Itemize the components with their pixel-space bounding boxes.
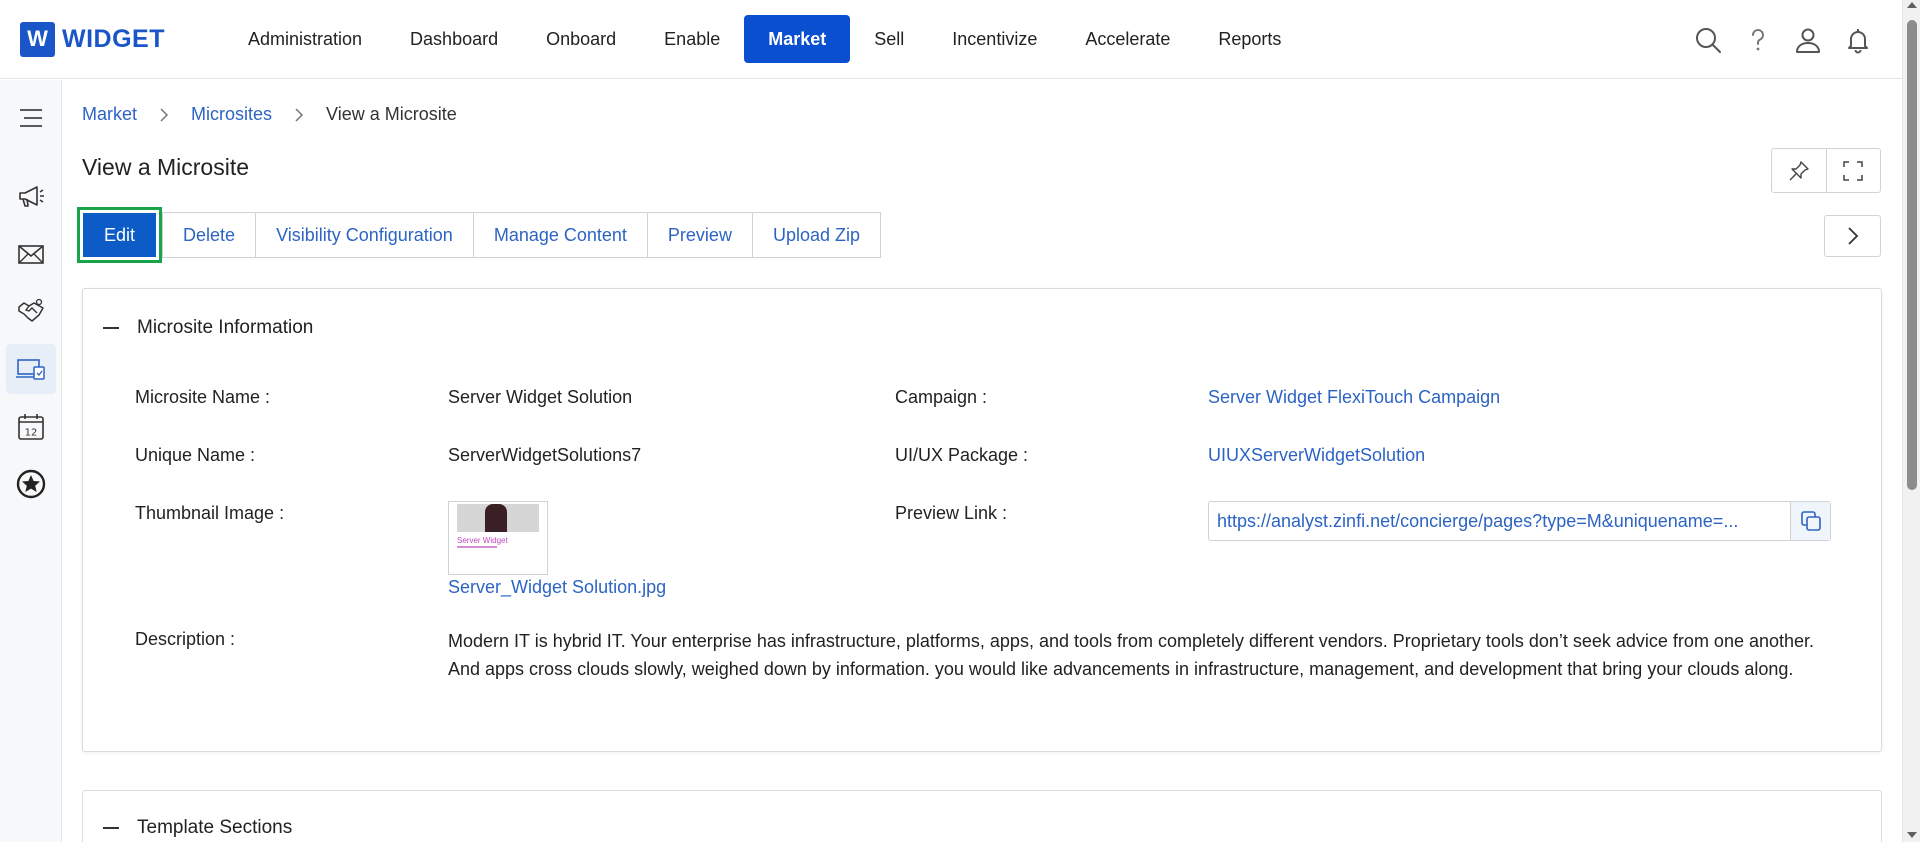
unique-name-label: Unique Name : [135, 445, 256, 465]
sidebar-item-rewards[interactable] [6, 459, 56, 509]
sidebar-item-campaigns[interactable] [6, 171, 56, 221]
copy-button[interactable] [1790, 502, 1830, 540]
sidebar-toggle[interactable] [6, 93, 56, 143]
chevron-right-icon [159, 107, 169, 123]
sidebar-item-microsites[interactable] [6, 344, 56, 394]
nav-onboard[interactable]: Onboard [522, 15, 640, 63]
delete-button[interactable]: Delete [162, 212, 257, 258]
thumbnail-image[interactable]: Server Widget [448, 501, 548, 575]
logo-mark: W [20, 21, 55, 57]
collapse-icon[interactable] [103, 327, 119, 329]
campaign-link[interactable]: Server Widget FlexiTouch Campaign [1208, 387, 1500, 408]
edit-button[interactable]: Edit [83, 213, 157, 257]
fullscreen-icon [1843, 160, 1863, 181]
description-value: Modern IT is hybrid IT. Your enterprise … [448, 631, 1815, 679]
breadcrumb-microsites[interactable]: Microsites [191, 104, 272, 125]
page-title: View a Microsite [82, 154, 250, 180]
widget-logo[interactable]: W WIDGET [20, 21, 200, 57]
preview-link-label: Preview Link : [895, 503, 1008, 523]
preview-button[interactable]: Preview [647, 212, 753, 258]
nav-reports[interactable]: Reports [1194, 15, 1305, 63]
handshake-icon [18, 298, 44, 322]
bell-icon[interactable] [1844, 26, 1872, 54]
scroll-down-arrow-icon[interactable] [1907, 832, 1917, 838]
sidebar-item-partners[interactable] [6, 286, 56, 336]
pin-button[interactable] [1772, 149, 1826, 192]
microsite-name-value: Server Widget Solution [448, 387, 633, 407]
thumbnail-caption: Server Widget [457, 536, 508, 545]
manage-content-button[interactable]: Manage Content [473, 212, 648, 258]
chevron-right-icon [1847, 227, 1858, 245]
breadcrumb-current: View a Microsite [326, 104, 457, 124]
next-button[interactable] [1824, 215, 1881, 257]
copy-icon [1800, 511, 1821, 531]
uiux-package-label: UI/UX Package : [895, 445, 1029, 465]
description-label: Description : [135, 629, 236, 649]
page-tools [1771, 148, 1881, 193]
microsite-name-label: Microsite Name : [135, 387, 271, 407]
thumbnail-label: Thumbnail Image : [135, 503, 285, 523]
uiux-package-link[interactable]: UIUXServerWidgetSolution [1208, 445, 1425, 466]
panel-title: Microsite Information [137, 317, 314, 338]
upload-zip-button[interactable]: Upload Zip [752, 212, 881, 258]
microsite-information-panel: Microsite Information Microsite Name : S… [82, 288, 1882, 752]
header-icons [1694, 0, 1872, 79]
calendar-day: 12 [25, 428, 38, 439]
mail-icon [18, 245, 44, 264]
panel-header[interactable]: Microsite Information [103, 317, 313, 339]
preview-link-field: https://analyst.zinfi.net/concierge/page… [1208, 501, 1831, 541]
sidebar: 12 [0, 80, 62, 842]
logo-text: WIDGET [62, 24, 165, 53]
thumbnail-file-link[interactable]: Server_Widget Solution.jpg [448, 577, 666, 598]
collapse-icon[interactable] [103, 827, 119, 829]
help-icon[interactable] [1744, 26, 1772, 54]
scroll-up-arrow-icon[interactable] [1907, 2, 1917, 8]
top-bar: W WIDGET Administration Dashboard Onboar… [0, 0, 1902, 79]
main-nav: Administration Dashboard Onboard Enable … [224, 15, 1305, 63]
sidebar-item-calendar[interactable]: 12 [6, 402, 56, 452]
panel-header[interactable]: Template Sections [103, 817, 292, 839]
template-sections-panel: Template Sections [82, 790, 1882, 842]
edit-highlight: Edit [77, 207, 163, 263]
breadcrumb-market[interactable]: Market [82, 104, 137, 125]
scroll-thumb[interactable] [1907, 20, 1917, 490]
nav-accelerate[interactable]: Accelerate [1061, 15, 1194, 63]
fullscreen-button[interactable] [1825, 149, 1881, 192]
visibility-configuration-button[interactable]: Visibility Configuration [256, 212, 474, 258]
microsite-icon [16, 359, 45, 380]
search-icon[interactable] [1694, 26, 1722, 54]
star-badge-icon [16, 469, 46, 499]
user-icon[interactable] [1794, 26, 1822, 54]
nav-administration[interactable]: Administration [224, 15, 386, 63]
nav-market[interactable]: Market [744, 15, 851, 63]
nav-sell[interactable]: Sell [850, 15, 928, 63]
action-toolbar: Edit Delete Visibility Configuration Man… [77, 207, 881, 263]
calendar-icon: 12 [18, 414, 44, 440]
preview-link-text[interactable]: https://analyst.zinfi.net/concierge/page… [1209, 502, 1790, 540]
campaign-label: Campaign : [895, 387, 988, 407]
nav-dashboard[interactable]: Dashboard [386, 15, 522, 63]
page-scrollbar[interactable] [1902, 0, 1920, 842]
nav-incentivize[interactable]: Incentivize [928, 15, 1061, 63]
sidebar-item-email[interactable] [6, 229, 56, 279]
menu-icon [20, 109, 42, 127]
unique-name-value: ServerWidgetSolutions7 [448, 445, 642, 465]
pin-icon [1789, 160, 1809, 180]
panel-title: Template Sections [137, 817, 293, 838]
chevron-right-icon [294, 107, 304, 123]
megaphone-icon [19, 186, 44, 207]
nav-enable[interactable]: Enable [640, 15, 744, 63]
breadcrumb: Market Microsites View a Microsite [82, 104, 457, 125]
